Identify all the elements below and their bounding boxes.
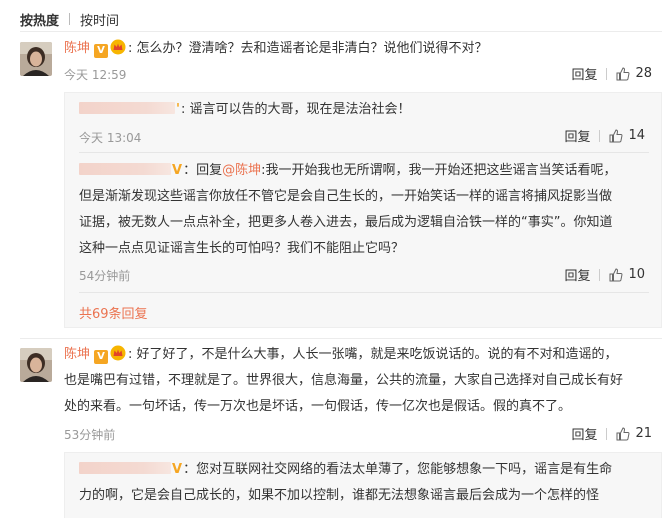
reply-time: 54分钟前 [79,269,131,283]
reply-actions: 回复 10 [564,265,645,284]
comment-text: : 怎么办？澄清啥？去和造谣者论是非清白？说他们说得不对？ [128,41,488,56]
reply-prefix: ：回复 [183,163,223,178]
verified-badge-icon: V [94,44,109,58]
comment-line-2: 也是嘴巴有过错，不理就是了。世界很大，信息海量，公共的流量，大家自己选择对自己成… [64,373,624,388]
comment-text: : 好了好了，不是什么大事，人长一张嘴，就是来吃饭说话的。说的有不对和造谣的， [128,347,618,362]
sort-bar: 按热度 按时间 [20,10,119,29]
reply-box: ': 谣言可以告的大哥，现在是法治社会！ 今天 13:04 回复 14 V：回复… [64,92,662,328]
divider [20,31,662,32]
reply-text: ：您对互联网社交网络的看法太单薄了，您能够想象一下吗，谣言是有生命 [183,462,613,477]
gold-v-badge-icon: V [172,462,183,477]
reply-username-redacted[interactable] [79,462,171,474]
reply-button[interactable]: 回复 [571,64,597,83]
comment-time: 今天 12:59 [64,68,127,82]
reply-username-redacted[interactable] [79,102,175,114]
reply-divider [79,152,649,153]
gold-v-badge-icon: V [172,163,183,178]
comment-username[interactable]: 陈坤 [64,347,90,362]
verified-badge-icon: V [94,350,109,364]
thumbs-up-icon [616,426,630,440]
reply-line-1: V：回复@陈坤:我一开始我也无所谓啊，我一开始还把这些谣言当笑话看呢， [79,158,616,184]
comment-first-line: 陈坤 V : 怎么办？澄清啥？去和造谣者论是非清白？说他们说得不对？ [64,36,488,62]
reply-line-2: 力的啊，它是会自己成长的，如果不加以控制，谁都无法想象谣言最后会成为一个怎样的怪 [79,488,600,503]
like-button[interactable]: 21 [616,426,652,441]
reply-line-4: 这种一点点见证谣言生长的可怕吗？我们不能阻止它吗？ [79,241,405,256]
reply-divider [79,292,649,293]
reply-text: : 谣言可以告的大哥，现在是法治社会！ [180,102,411,117]
action-separator [599,129,601,142]
like-button[interactable]: 28 [616,66,652,81]
more-replies-link[interactable]: 共69条回复 [79,303,148,322]
thumbs-up-icon [616,66,630,80]
like-count: 21 [635,426,652,441]
like-count: 14 [628,128,645,143]
action-separator [606,67,608,80]
action-separator [599,268,601,281]
vip-crown-icon [110,39,126,55]
vip-crown-icon [110,345,126,361]
reply-button[interactable]: 回复 [564,265,590,284]
thumbs-up-icon [609,128,623,142]
reply-first-line: ': 谣言可以告的大哥，现在是法治社会！ [79,97,411,123]
reply-line-3: 证据，被无数人一点点补全，把更多人卷入进去，最后成为逻辑自洽铁一样的“事实”。你… [79,215,613,230]
comment-first-line: 陈坤 V : 好了好了，不是什么大事，人长一张嘴，就是来吃饭说话的。说的有不对和造谣… [64,342,618,368]
comment-line-3: 处的来看。一句坏话，传一万次也是坏话，一句假话，传一亿次也是假话。假的真不了。 [64,399,572,414]
sort-by-hot[interactable]: 按热度 [20,10,59,29]
gold-badge-icon: ' [176,102,180,117]
avatar[interactable] [20,42,52,76]
thumbs-up-icon [609,267,623,281]
mention-link[interactable]: @陈坤 [222,163,261,178]
like-count: 10 [628,267,645,282]
reply-username-redacted[interactable] [79,163,171,175]
divider [20,338,662,339]
like-button[interactable]: 14 [609,128,645,143]
like-button[interactable]: 10 [609,267,645,282]
reply-button[interactable]: 回复 [564,126,590,145]
reply-text: :我一开始我也无所谓啊，我一开始还把这些谣言当笑话看呢， [261,163,617,178]
sort-by-time[interactable]: 按时间 [80,10,119,29]
reply-button[interactable]: 回复 [571,424,597,443]
like-count: 28 [635,66,652,81]
reply-line-1: V：您对互联网社交网络的看法太单薄了，您能够想象一下吗，谣言是有生命 [79,457,612,483]
comment-actions: 回复 28 [571,64,652,83]
reply-time: 今天 13:04 [79,131,142,145]
action-separator [606,427,608,440]
comment-actions: 回复 21 [571,424,652,443]
comment-time: 53分钟前 [64,428,116,442]
comment-username[interactable]: 陈坤 [64,41,90,56]
sort-separator [69,13,71,25]
avatar[interactable] [20,348,52,382]
reply-line-2: 但是渐渐发现这些谣言你放任不管它是会自己生长的，一开始笑话一样的谣言将捕风捉影当… [79,189,613,204]
reply-box: V：您对互联网社交网络的看法太单薄了，您能够想象一下吗，谣言是有生命 力的啊，它… [64,452,662,518]
reply-actions: 回复 14 [564,126,645,145]
